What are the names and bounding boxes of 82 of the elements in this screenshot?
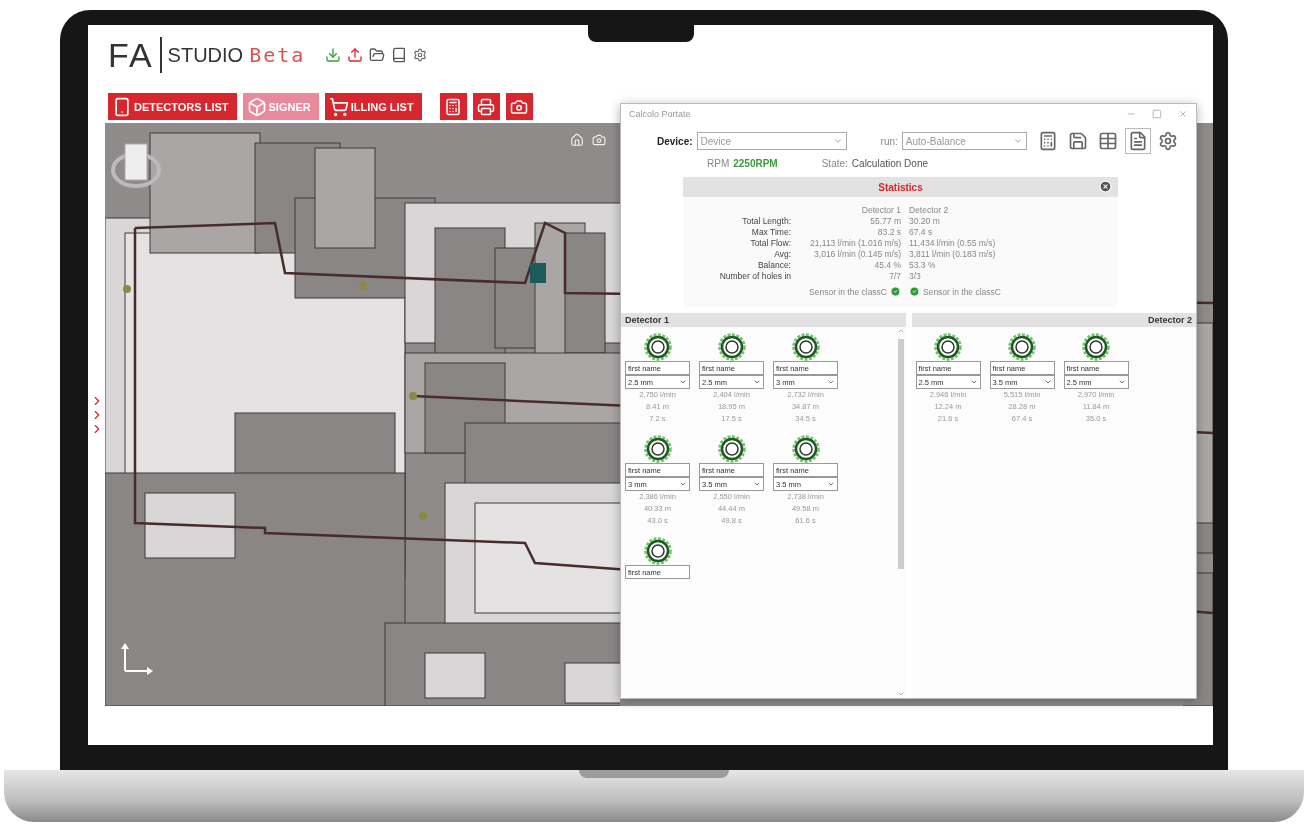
stat-label: Total Length: [741,216,791,226]
caret-icon [753,480,761,488]
home-icon[interactable] [570,133,584,147]
state-value: Calculation Done [851,158,928,169]
check-text: Sensor in the classC [809,286,887,297]
caret-icon [832,136,843,146]
stat-label: Number of holes in [718,271,791,281]
settings-icon[interactable] [413,48,428,62]
stat-value: 53.3 % [909,260,937,270]
save-icon[interactable] [1067,131,1088,151]
scroll-thumb[interactable] [897,339,904,569]
camera-button[interactable] [505,93,533,120]
ring-icon [934,333,962,361]
stat-label: Total Flow: [749,238,791,248]
camera-icon [510,97,529,116]
nav-button[interactable]: DETECTORS LIST [108,93,237,120]
app-edition: Beta [249,43,306,67]
ring-icon [643,537,672,565]
caret-icon [679,378,687,386]
stat-value: 55.77 m [869,216,901,226]
stat-value: 67.4 s [909,227,934,237]
book-icon[interactable] [391,47,408,63]
rpm-label: RPM [707,158,730,169]
print-button[interactable] [472,93,500,120]
ring-icon [791,435,820,463]
stat-value: 45.4 % [873,260,901,270]
caret-icon [1012,136,1023,146]
table-icon[interactable] [1097,131,1118,151]
printer-icon [477,97,496,116]
stat-label: Balance: [756,260,791,270]
stat-label: Avg: [773,249,791,259]
statistics-title: Statistics [878,181,923,193]
ring-icon [791,333,820,361]
caret-icon [753,378,761,386]
check-text: Sensor in the classC [923,286,1001,297]
ring-icon [643,333,672,361]
camera-icon[interactable] [592,133,606,147]
state-label: State: [821,158,848,169]
nav-button[interactable]: ILLING LIST [324,93,422,120]
caret-icon [827,378,835,386]
ring-icon [1008,333,1036,361]
calculator-button[interactable] [439,93,467,120]
close-icon[interactable] [1099,180,1112,193]
cube-icon [246,96,267,117]
stat-value: 83.2 s [876,227,901,237]
stat-value: 30.20 m [909,216,941,226]
stat-value: 3,016 l/min (0.145 m/s) [813,249,901,259]
stat-value: 11,434 l/min (0.55 m/s) [909,238,997,248]
ring-icon [1082,333,1110,361]
stat-value: 7/7 [888,271,901,281]
axis-icon [119,641,155,675]
caret-icon [1043,378,1052,386]
scrollbar[interactable] [895,327,906,698]
stat-label: Max Time: [750,227,791,237]
panel-title: Detector 1 [625,315,669,325]
ring-icon [643,435,672,463]
folder-icon[interactable] [369,47,386,63]
phone-icon [112,96,132,117]
column-header: Detector 2 [909,205,950,215]
caret-icon [1117,378,1126,386]
calculator-icon [444,97,463,116]
settings-icon[interactable] [1157,131,1178,151]
app-name: STUDIO [167,43,244,67]
app-logo: FA [108,37,162,73]
panel-title: Detector 2 [1148,315,1192,325]
device-label: Device: [657,135,693,147]
stat-value: 3,811 l/min (0.183 m/s) [909,249,997,259]
download-icon[interactable] [325,47,342,63]
cart-icon [328,96,349,117]
stat-value: 3/3 [909,271,922,281]
upload-icon[interactable] [347,47,364,63]
caret-icon [679,480,687,488]
run-label: run: [880,135,898,147]
ring-icon [717,333,746,361]
caret-icon [827,480,835,488]
ring-icon [717,435,746,463]
dialog-title: Calcolo Portate [629,109,691,119]
stat-value: 21,113 l/min (1.016 m/s) [808,238,901,248]
document-button[interactable] [1124,128,1151,154]
caret-icon [969,378,978,386]
column-header: Detector 1 [860,205,901,215]
rpm-value: 2250RPM [733,158,778,169]
